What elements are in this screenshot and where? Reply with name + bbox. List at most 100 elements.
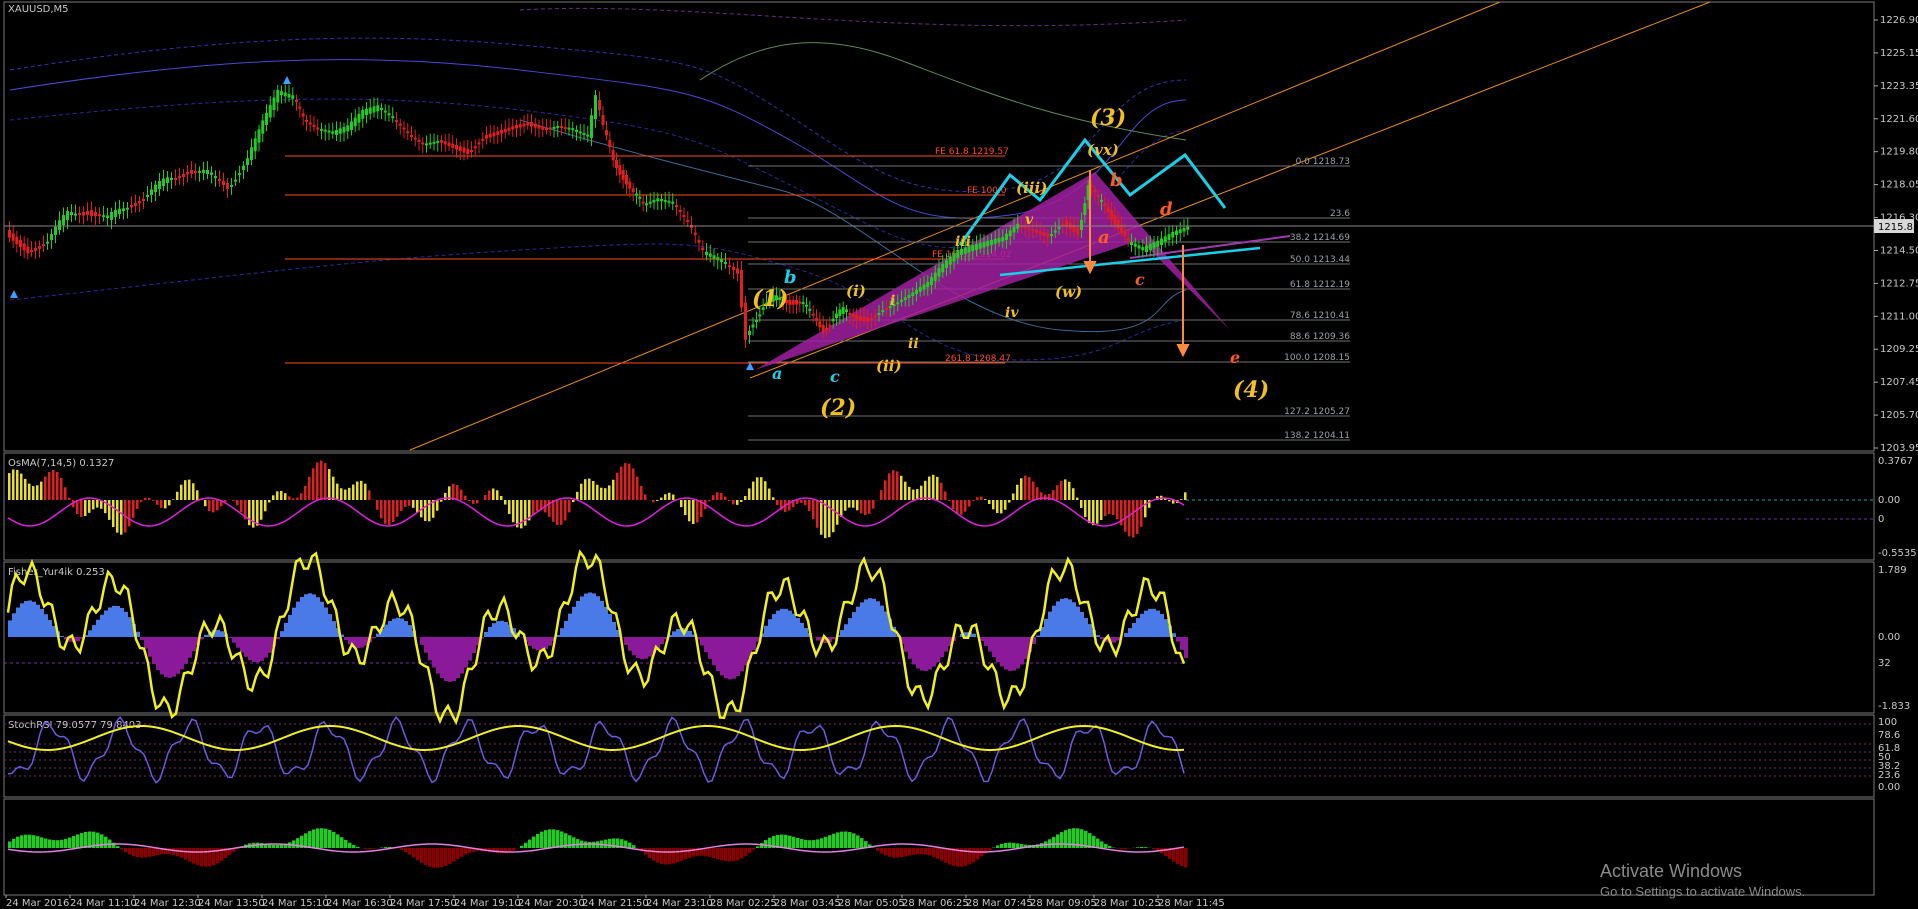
fisher-bar	[1100, 637, 1104, 640]
osma-bar	[1036, 487, 1039, 500]
candle-body	[316, 127, 320, 130]
histogram-bar	[48, 839, 52, 848]
osma-bar	[140, 500, 143, 502]
candle-body	[66, 211, 69, 220]
candle-body	[301, 113, 305, 117]
fisher-tick: 0.00	[1878, 632, 1900, 643]
fisher-bar	[988, 637, 992, 652]
wave-label-w4: (4)	[1233, 377, 1269, 403]
candle-body	[1012, 227, 1016, 233]
candle-body	[238, 173, 241, 176]
osma-bar	[536, 500, 539, 512]
osma-bar	[300, 493, 303, 500]
candle-body	[122, 208, 125, 211]
fe-level-label: FE 61.8 1219.57	[935, 147, 1009, 157]
candle-body	[1156, 240, 1160, 247]
chart-canvas[interactable]: FE 61.8 1219.57FE 100.0FE 161.8 1214.022…	[0, 0, 1918, 909]
histogram-bar	[196, 848, 200, 866]
candle-body	[1175, 230, 1178, 235]
candle-body	[481, 138, 485, 141]
osma-bar	[436, 500, 439, 511]
osma-bar	[652, 500, 655, 503]
time-tick-label: 24 Mar 12:30	[134, 898, 201, 909]
osma-bar	[896, 471, 899, 500]
fisher-bar	[844, 624, 848, 637]
candle-body	[250, 147, 253, 160]
osma-bar	[1180, 499, 1183, 500]
osma-bar	[240, 500, 243, 513]
candle-body	[621, 170, 625, 180]
candle-body	[272, 97, 276, 110]
fisher-bar	[232, 637, 236, 643]
wave-label-c-red: c	[1135, 270, 1145, 289]
histogram-bar	[792, 836, 796, 848]
fisher-bar	[496, 621, 500, 637]
time-tick-label: 28 Mar 06:25	[902, 898, 969, 909]
candle-body	[515, 125, 518, 129]
fisher-bar	[996, 637, 1000, 663]
fib-level-label: 127.2 1205.27	[1284, 407, 1350, 417]
candle-body	[323, 129, 327, 132]
histogram-bar	[836, 832, 840, 848]
candle-body	[788, 300, 792, 305]
osma-bar	[1092, 500, 1095, 526]
fisher-bar	[1140, 613, 1144, 637]
fisher-bar	[104, 610, 108, 637]
osma-bar	[692, 500, 695, 525]
osma-bar	[456, 485, 459, 500]
fisher-bar	[884, 611, 888, 637]
fib-level-label: 78.6 1210.41	[1290, 311, 1350, 321]
histogram-bar	[552, 829, 556, 848]
fisher-bar	[436, 637, 440, 674]
fib-level-label: 61.8 1212.19	[1290, 280, 1350, 290]
candle-body	[556, 125, 560, 128]
osma-bar	[56, 471, 59, 500]
candle-body	[451, 143, 455, 148]
osma-bar	[1104, 500, 1107, 517]
histogram-bar	[648, 848, 652, 858]
histogram-bar	[844, 831, 848, 848]
candle-body	[885, 308, 888, 310]
osma-bar	[328, 469, 331, 500]
osma-bar	[252, 500, 255, 528]
fisher-bar	[288, 614, 292, 637]
histogram-bar	[724, 848, 728, 862]
osma-bar	[640, 486, 643, 500]
fisher-bar	[1048, 611, 1052, 637]
candle-body	[15, 236, 19, 245]
osma-bar	[552, 500, 555, 522]
fisher-bar	[20, 603, 24, 637]
osma-bar	[968, 500, 971, 507]
osma-tick: -0.5535	[1878, 548, 1917, 559]
candle-body	[933, 272, 937, 281]
fisher-bar	[1060, 598, 1064, 637]
candle-body	[911, 292, 915, 296]
fisher-bar	[184, 637, 188, 664]
histogram-bar	[116, 846, 120, 848]
fisher-bar	[328, 614, 332, 637]
fisher-bar	[576, 600, 580, 637]
fisher-bar	[724, 637, 728, 679]
histogram-bar	[744, 848, 748, 856]
histogram-bar	[336, 834, 340, 848]
fisher-bar	[152, 637, 156, 664]
candle-body	[98, 214, 101, 216]
candle-body	[755, 319, 758, 322]
fisher-bar	[1056, 601, 1060, 637]
price-tick-label: 1203.95	[1880, 443, 1918, 454]
candle-body	[142, 199, 145, 201]
osma-bar	[812, 500, 815, 520]
candle-body	[1148, 243, 1152, 251]
osma-bar	[1168, 500, 1171, 502]
histogram-bar	[36, 836, 40, 848]
histogram-bar	[512, 848, 516, 851]
histogram-bar	[628, 842, 632, 848]
candle-body	[522, 123, 526, 127]
fisher-bar	[1112, 637, 1116, 643]
histogram-bar	[52, 840, 56, 848]
fisher-bar	[204, 634, 208, 637]
fisher-bar	[536, 637, 540, 651]
histogram-bar	[272, 844, 276, 848]
price-tick-label: 1223.35	[1880, 81, 1918, 92]
histogram-bar	[848, 832, 852, 848]
